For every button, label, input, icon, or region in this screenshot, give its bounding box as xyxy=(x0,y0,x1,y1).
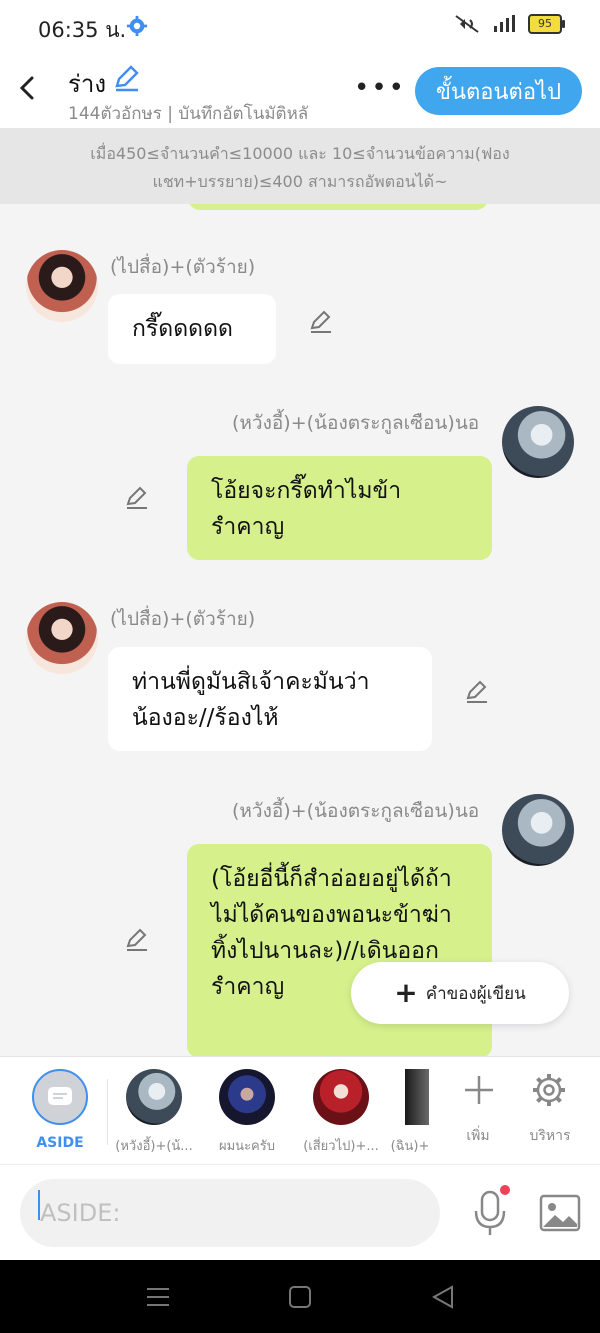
character-avatar[interactable] xyxy=(313,1069,369,1125)
next-step-button[interactable]: ขั้นตอนต่อไป xyxy=(415,67,582,115)
microphone-icon[interactable] xyxy=(470,1189,510,1237)
back-icon[interactable] xyxy=(430,1284,456,1310)
recent-apps-icon[interactable] xyxy=(145,1284,171,1310)
chat-bubble[interactable]: กรี๊ดดดดด xyxy=(108,294,276,364)
character-avatar[interactable] xyxy=(502,794,574,866)
draft-title: ร่าง xyxy=(68,70,107,98)
notice-line-2: แชท+บรรยาย)≤400 สามารถอัพตอนได้~ xyxy=(152,172,448,191)
author-note-button[interactable]: + คำของผู้เขียน xyxy=(351,962,569,1024)
character-avatar[interactable] xyxy=(405,1069,429,1125)
narration-bubble-icon xyxy=(48,1087,72,1105)
notice-line-1: เมื่อ450≤จำนวนคำ≤10000 และ 10≤จำนวนข้อคว… xyxy=(90,144,510,163)
character-avatar[interactable] xyxy=(26,602,98,674)
aside-selector-button[interactable] xyxy=(32,1069,88,1125)
aside-label: ASIDE xyxy=(36,1135,84,1151)
message-input[interactable] xyxy=(20,1179,440,1247)
message-input-bar xyxy=(0,1164,600,1261)
status-time: 06:35 น. xyxy=(38,18,127,42)
plus-icon: + xyxy=(394,976,418,1009)
signal-icon xyxy=(494,15,515,32)
settings-status-icon xyxy=(126,15,148,37)
edit-message-icon[interactable] xyxy=(124,484,150,510)
character-avatar[interactable] xyxy=(126,1069,182,1125)
character-avatar[interactable] xyxy=(502,406,574,478)
chat-bubble[interactable]: ท่านพี่ดูมันสิเจ้าคะมันว่าน้องอะ//ร้องไห… xyxy=(108,647,432,751)
add-label: เพิ่ม xyxy=(466,1128,490,1144)
previous-bubble-tail xyxy=(188,204,488,210)
text-cursor xyxy=(38,1190,40,1220)
edit-message-icon[interactable] xyxy=(308,308,334,334)
edit-title-pencil-icon[interactable] xyxy=(112,64,140,92)
message-sender-name: (ไปสื่อ)+(ตัวร้าย) xyxy=(110,608,256,630)
status-bar: 06:35 น. 95 xyxy=(0,0,600,52)
character-label: (หวังอี้)+(น้... xyxy=(115,1139,193,1154)
image-icon[interactable] xyxy=(538,1191,582,1235)
character-label: (เสี่ยวไป)+... xyxy=(303,1139,379,1154)
draft-subtitle: 144ตัวอักษร | บันทึกอัตโนมัติหลั xyxy=(68,104,309,124)
message-sender-name: (ไปสื่อ)+(ตัวร้าย) xyxy=(110,256,256,278)
add-character-icon[interactable] xyxy=(462,1073,496,1107)
author-note-label: คำของผู้เขียน xyxy=(425,983,526,1004)
recording-dot xyxy=(500,1185,510,1195)
mute-vibrate-icon xyxy=(455,15,479,33)
publish-requirement-notice: เมื่อ450≤จำนวนคำ≤10000 และ 10≤จำนวนข้อคว… xyxy=(0,128,600,204)
edit-message-icon[interactable] xyxy=(464,678,490,704)
more-options-icon[interactable]: ••• xyxy=(354,75,406,101)
message-sender-name: (หวังอี้)+(น้องตระกูลเซือน)นอ xyxy=(232,412,480,434)
chat-bubble[interactable]: โอ้ยจะกรี๊ดทำไมข้ารำคาญ xyxy=(187,456,492,560)
back-arrow-icon[interactable] xyxy=(14,70,40,106)
home-icon[interactable] xyxy=(287,1284,313,1310)
gear-icon[interactable] xyxy=(530,1071,568,1109)
system-navigation-bar xyxy=(0,1260,600,1333)
manage-label: บริหาร xyxy=(529,1128,571,1144)
edit-message-icon[interactable] xyxy=(124,926,150,952)
character-selector: ASIDE (หวังอี้)+(น้... ผมนะครับ (เสี่ยวไ… xyxy=(0,1056,600,1165)
chat-area: (ไปสื่อ)+(ตัวร้าย) กรี๊ดดดดด (หวังอี้)+(… xyxy=(0,204,600,1056)
character-label: ผมนะครับ xyxy=(219,1139,275,1154)
message-sender-name: (หวังอี้)+(น้องตระกูลเซือน)นอ xyxy=(232,800,480,822)
character-label: (ฉิน)+ xyxy=(390,1139,430,1154)
character-avatar[interactable] xyxy=(219,1069,275,1125)
editor-header: ร่าง 144ตัวอักษร | บันทึกอัตโนมัติหลั ••… xyxy=(0,52,600,128)
character-avatar[interactable] xyxy=(26,250,98,322)
battery-indicator: 95 xyxy=(528,14,565,34)
chat-bubble[interactable]: (โอ้ยอี่นี้ก็สำอ่อยอยู่ได้ถ้าไม่ได้คนของ… xyxy=(187,844,492,1056)
divider xyxy=(107,1079,108,1145)
